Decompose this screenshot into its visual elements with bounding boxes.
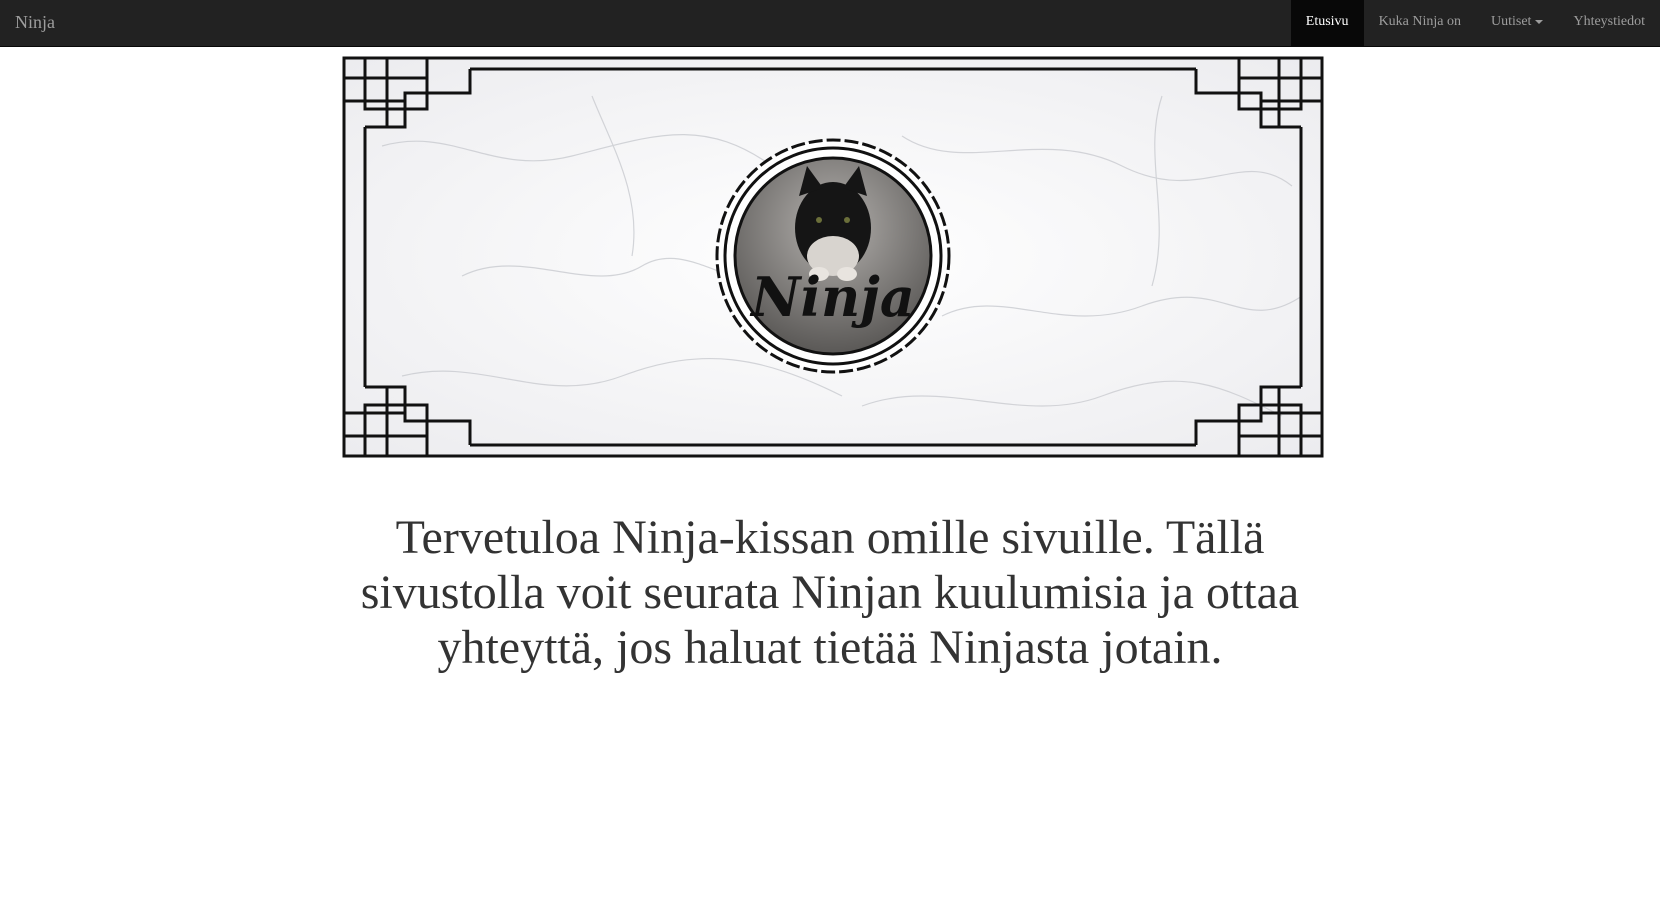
nav-item-uutiset-dropdown[interactable]: Uutiset: [1476, 0, 1558, 46]
navbar-brand-link[interactable]: Ninja: [15, 0, 55, 46]
ninja-logo: Ninja: [715, 138, 951, 374]
hero-banner: Ninja: [342, 56, 1324, 458]
navbar-menu: Etusivu Kuka Ninja on Uutiset Yhteystied…: [1290, 0, 1660, 46]
nav-item-yhteystiedot[interactable]: Yhteystiedot: [1558, 0, 1660, 46]
logo-text: Ninja: [749, 265, 915, 329]
welcome-heading: Tervetuloa Ninja-kissan omille sivuille.…: [360, 511, 1300, 674]
hero-banner-graphic: Ninja: [342, 56, 1324, 458]
nav-item-etusivu[interactable]: Etusivu: [1290, 0, 1364, 46]
top-navbar: Ninja Etusivu Kuka Ninja on Uutiset Yhte…: [0, 0, 1660, 47]
nav-item-uutiset-label: Uutiset: [1491, 14, 1532, 29]
nav-item-kuka-ninja-on[interactable]: Kuka Ninja on: [1364, 0, 1476, 46]
caret-down-icon: [1535, 19, 1544, 24]
